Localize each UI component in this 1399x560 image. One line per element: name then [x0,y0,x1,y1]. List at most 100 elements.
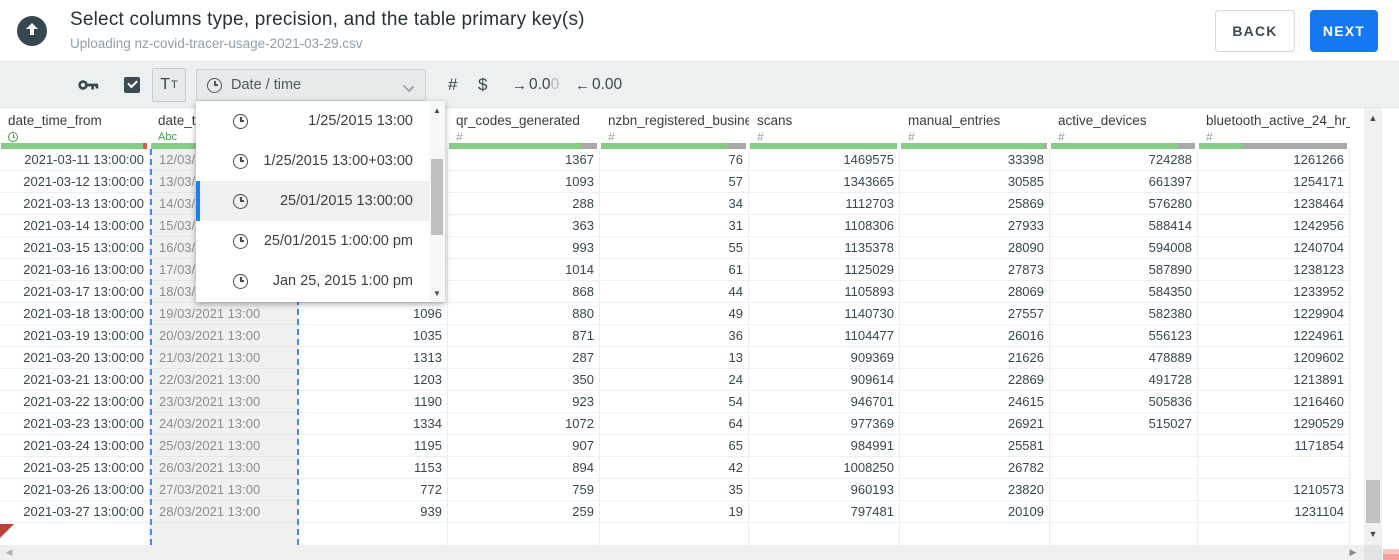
include-column-checkbox[interactable] [124,62,140,108]
table-cell: 54 [600,391,748,413]
table-column-scans[interactable]: scans #1469575 1343665 1112703 1108306 113537… [749,108,900,545]
number-type-glyph: # [1206,130,1213,144]
scroll-up-button[interactable]: ▲ [429,103,445,117]
resize-corner[interactable] [1383,549,1399,560]
dropdown-scrollbar[interactable]: ▲ ▼ [429,101,445,302]
table-cell: 2021-03-23 13:00:00 [0,413,149,435]
column-header[interactable]: manual_entries # [900,108,1050,144]
format-option[interactable]: 25/01/2015 13:00:00 [196,181,429,221]
table-cell: 1171854 [1198,435,1349,457]
chevron-down-icon [402,80,415,93]
table-column-date_time_from[interactable]: date_time_from 2021-03-11 13:00:00 2021-03… [0,108,150,545]
column-type-select[interactable]: Date / time [196,69,426,101]
table-cell: 576280 [1050,193,1197,215]
column-header[interactable]: nzbn_registered_busine # [600,108,749,144]
format-option-label: Jan 25, 2015 1:00 pm [272,273,413,289]
scroll-down-button[interactable]: ▼ [1364,527,1382,541]
table-cell [1050,501,1197,523]
table-cell: 61 [600,259,748,281]
format-dropdown: 1/25/2015 13:00 1/25/2015 13:00+03:00 25/0… [196,101,445,302]
table-cell: 288 [448,193,599,215]
next-button[interactable]: NEXT [1310,10,1378,52]
table-cell: 57 [600,171,748,193]
vertical-scrollbar-thumb[interactable] [1366,480,1380,523]
table-cell: 1231104 [1198,501,1349,523]
increase-decimals-button[interactable]: → 0.0 0 [512,62,559,108]
table-cell: 1210573 [1198,479,1349,501]
table-cell: 2021-03-20 13:00:00 [0,347,149,369]
table-cell: 2021-03-27 13:00:00 [0,501,149,523]
clock-icon [233,233,248,249]
column-header[interactable]: date_time_from [0,108,150,143]
table-cell: 1153 [299,457,447,479]
format-option[interactable]: 1/25/2015 13:00+03:00 [196,141,429,181]
table-cell: 1216460 [1198,391,1349,413]
column-header[interactable]: active_devices # [1050,108,1198,144]
table-cell: 1334 [299,413,447,435]
scroll-right-button[interactable]: ▶ [1346,545,1360,560]
table-cell: 1014 [448,259,599,281]
table-cell: 23/03/2021 13:00 [152,391,297,413]
table-cell: 13 [600,347,748,369]
table-column-active_devices[interactable]: active_devices #724288 661397 576280 588414 5… [1050,108,1198,545]
currency-type-button[interactable]: $ [478,62,487,108]
scrollbar-thumb[interactable] [431,159,443,235]
increase-decimals-label: 0.0 [529,76,551,93]
table-cell: 1072 [448,413,599,435]
column-cells: 2021-03-11 13:00:00 2021-03-12 13:00:00 20… [0,149,150,545]
vertical-scrollbar[interactable]: ▲ ▼ [1364,108,1382,545]
column-header[interactable]: qr_codes_generated # [448,108,600,144]
scroll-down-button[interactable]: ▼ [429,286,445,300]
table-cell: 1105893 [749,281,899,303]
table-column-manual_entries[interactable]: manual_entries #33398 30585 25869 27933 28090… [900,108,1050,545]
format-option[interactable]: Jan 25, 2015 1:00 pm [196,261,429,301]
numeric-type-button[interactable]: # [448,62,457,108]
table-cell: 594008 [1050,237,1197,259]
table-cell: 1254171 [1198,171,1349,193]
table-cell: 1125029 [749,259,899,281]
table-cell: 49 [600,303,748,325]
table-column-qr_codes_generated[interactable]: qr_codes_generated # 1367 1093 288 363 993 1014… [448,108,600,545]
column-header[interactable]: scans # [749,108,900,144]
page-header: Select columns type, precision, and the … [0,0,1399,62]
table-cell: 1238123 [1198,259,1349,281]
text-type-label-small: T [171,79,178,91]
format-option[interactable]: 25/01/2015 1:00:00 pm [196,221,429,261]
table-cell: 1242956 [1198,215,1349,237]
column-type-value: Date / time [231,77,302,93]
table-column-bluetooth_active_24_hr_[interactable]: bluetooth_active_24_hr_ #1261266 1254171 12… [1198,108,1350,545]
table-cell: 1093 [448,171,599,193]
column-type-glyph [8,130,150,144]
text-type-button[interactable]: TT [152,68,186,102]
table-cell: 42 [600,457,748,479]
page-subtitle: Uploading nz-covid-tracer-usage-2021-03-… [70,36,363,51]
table-cell: 28090 [900,237,1049,259]
scroll-left-button[interactable]: ◀ [2,545,16,560]
table-cell: 491728 [1050,369,1197,391]
table-cell: 25869 [900,193,1049,215]
table-cell: 22/03/2021 13:00 [152,369,297,391]
column-cells: 1367 1093 288 363 993 1014 868 880 871 287 350 923 1… [448,149,600,545]
table-cell: 1135378 [749,237,899,259]
column-name: nzbn_registered_busine [608,113,749,128]
scroll-up-button[interactable]: ▲ [1364,111,1382,125]
back-button[interactable]: BACK [1215,10,1295,52]
table-column-nzbn_registered_busine[interactable]: nzbn_registered_busine #76 57 34 31 55 61 44 49 3… [600,108,749,545]
format-option[interactable]: 1/25/2015 13:00 [196,101,429,141]
table-cell: 2021-03-13 13:00:00 [0,193,149,215]
primary-key-button[interactable] [78,62,99,108]
text-type-label: T [160,76,171,93]
column-header[interactable]: bluetooth_active_24_hr_ # [1198,108,1350,144]
table-cell: 22869 [900,369,1049,391]
table-cell [1050,435,1197,457]
table-cell: 30585 [900,171,1049,193]
horizontal-scrollbar[interactable]: ◀ ▶ [0,545,1364,560]
table-cell: 23820 [900,479,1049,501]
table-cell: 34 [600,193,748,215]
table-cell: 350 [448,369,599,391]
number-type-glyph: # [908,130,915,144]
table-cell: 1035 [299,325,447,347]
table-cell: 76 [600,149,748,171]
column-name: qr_codes_generated [456,113,580,128]
decrease-decimals-button[interactable]: ← 0.00 [575,62,622,108]
